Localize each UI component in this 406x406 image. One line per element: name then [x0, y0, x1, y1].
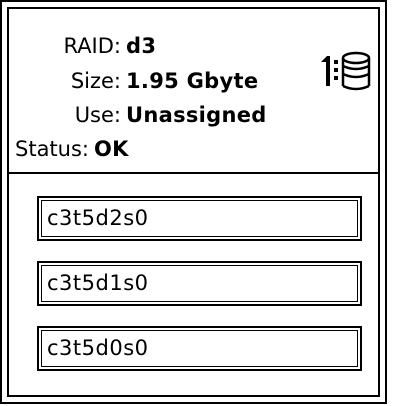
raid-info-panel: RAID: d3 Size: 1.95 Gbyte Use: Unassigned S…	[9, 9, 378, 174]
use-label: Use:	[74, 103, 121, 127]
raid-device-frame: RAID: d3 Size: 1.95 Gbyte Use: Unassigned S…	[0, 0, 387, 404]
status-value: OK	[94, 137, 129, 161]
raid-name-row: RAID: d3	[9, 31, 156, 61]
raid-device-panel: RAID: d3 Size: 1.95 Gbyte Use: Unassigned S…	[7, 7, 380, 397]
size-row: Size: 1.95 Gbyte	[9, 66, 258, 96]
status-label: Status:	[15, 137, 89, 161]
component-button-c3t5d1s0[interactable]: c3t5d1s0	[37, 261, 362, 306]
size-label: Size:	[70, 69, 121, 93]
use-value: Unassigned	[126, 103, 267, 127]
component-button-c3t5d0s0[interactable]: c3t5d0s0	[37, 326, 362, 371]
component-button-c3t5d2s0[interactable]: c3t5d2s0	[37, 196, 362, 241]
use-row: Use: Unassigned	[9, 100, 267, 130]
size-value: 1.95 Gbyte	[126, 69, 259, 93]
status-row: Status: OK	[15, 134, 129, 164]
raid-disk-stack-icon	[321, 51, 371, 91]
raid-label: RAID:	[63, 34, 121, 58]
raid-value: d3	[126, 34, 157, 58]
